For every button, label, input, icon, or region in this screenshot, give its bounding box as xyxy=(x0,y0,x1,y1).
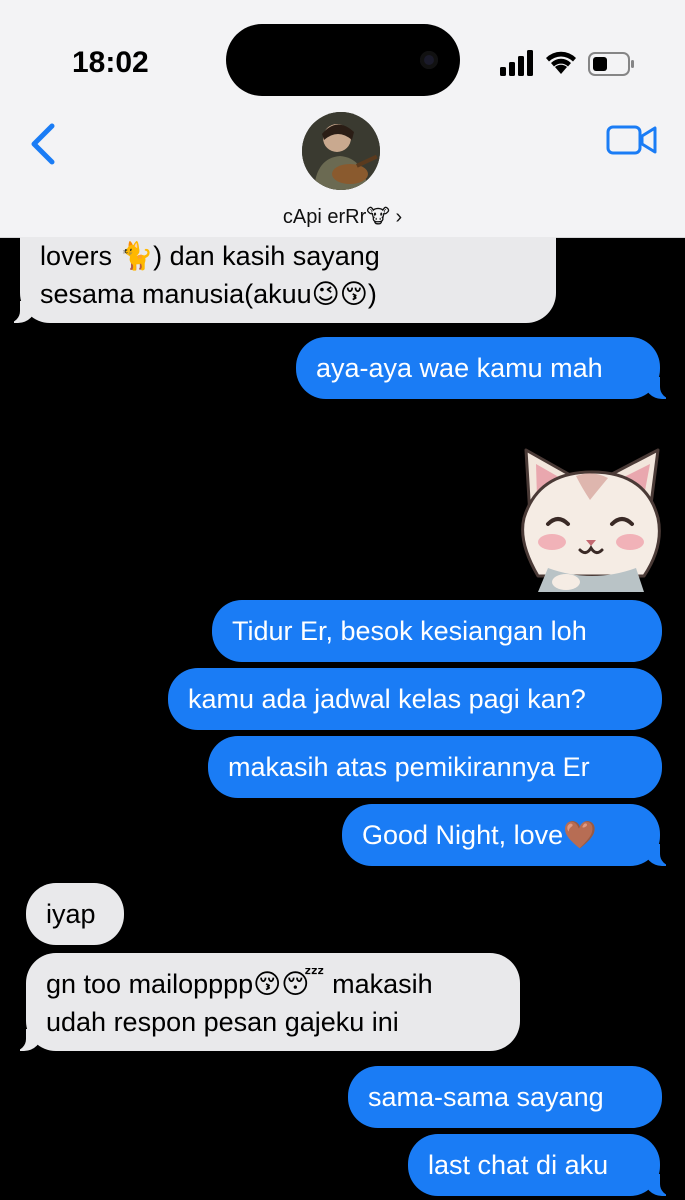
status-time: 18:02 xyxy=(72,46,149,79)
message-text: aya-aya wae kamu mah xyxy=(316,353,603,383)
cat-sticker-icon[interactable] xyxy=(508,442,668,592)
message-bubble-incoming[interactable]: lovers 🐈) dan kasih sayang sesama manusi… xyxy=(6,237,556,323)
dynamic-island xyxy=(226,24,460,96)
front-camera-icon xyxy=(420,51,438,69)
avatar-photo xyxy=(302,112,380,190)
message-bubble-incoming[interactable]: iyap xyxy=(26,883,124,945)
message-bubble-outgoing[interactable]: makasih atas pemikirannya Er xyxy=(208,736,662,798)
status-icons xyxy=(500,50,640,80)
contact-avatar[interactable] xyxy=(302,112,380,190)
message-line: udah respon pesan gajeku ini xyxy=(46,1007,399,1037)
conversation-header: 18:02 cApi erRr🐮 › xyxy=(0,0,685,238)
message-text: kamu ada jadwal kelas pagi kan? xyxy=(188,684,586,714)
message-bubble-outgoing[interactable]: aya-aya wae kamu mah xyxy=(296,337,674,399)
cellular-signal-icon xyxy=(500,50,533,76)
message-bubble-outgoing[interactable]: Good Night, love🤎 xyxy=(342,804,674,866)
message-bubble-outgoing[interactable]: last chat di aku xyxy=(408,1134,674,1196)
message-bubble-outgoing[interactable]: kamu ada jadwal kelas pagi kan? xyxy=(168,668,662,730)
contact-name[interactable]: cApi erRr🐮 › xyxy=(0,204,685,229)
video-call-icon[interactable] xyxy=(606,124,658,156)
message-bubble-outgoing[interactable]: Tidur Er, besok kesiangan loh xyxy=(212,600,662,662)
back-chevron-icon[interactable] xyxy=(28,122,58,166)
message-list[interactable]: lovers 🐈) dan kasih sayang sesama manusi… xyxy=(0,237,685,1200)
message-text: iyap xyxy=(46,899,96,929)
message-bubble-outgoing[interactable]: sama-sama sayang xyxy=(348,1066,662,1128)
message-text: last chat di aku xyxy=(428,1150,609,1180)
wifi-icon xyxy=(546,51,576,74)
message-line: lovers 🐈) dan kasih sayang xyxy=(40,241,380,271)
message-bubble-incoming[interactable]: gn too mailopppp😚😴 makasih udah respon p… xyxy=(12,953,520,1051)
message-text: Tidur Er, besok kesiangan loh xyxy=(232,616,587,646)
battery-icon xyxy=(588,52,634,76)
message-text: sama-sama sayang xyxy=(368,1082,604,1112)
message-line: sesama manusia(akuu😉😚) xyxy=(40,279,377,309)
message-text: Good Night, love🤎 xyxy=(362,820,597,850)
message-text: makasih atas pemikirannya Er xyxy=(228,752,590,782)
message-line: gn too mailopppp😚😴 makasih xyxy=(46,969,433,999)
